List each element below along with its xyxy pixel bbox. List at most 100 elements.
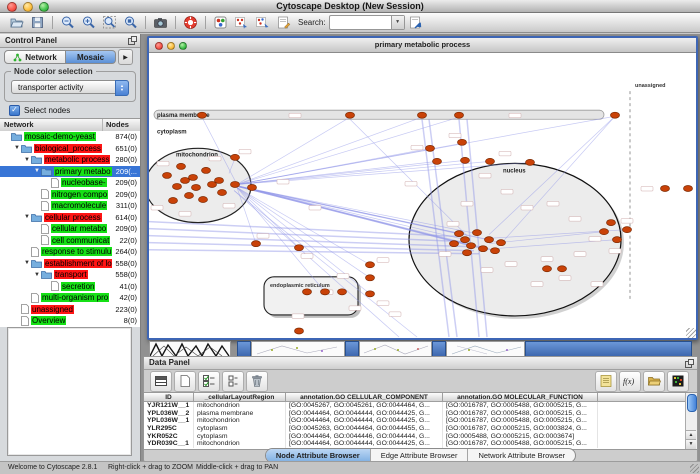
expand-arrow-icon[interactable]: ▼: [23, 260, 31, 266]
tree-row[interactable]: ▼cellular process614(0): [0, 212, 140, 224]
select-attributes-button[interactable]: [150, 371, 172, 392]
network-node[interactable]: [486, 158, 495, 164]
network-node[interactable]: [218, 189, 227, 195]
tree-row[interactable]: ▼biological_process651(0): [0, 143, 140, 155]
network-node[interactable]: [450, 241, 459, 247]
help-button[interactable]: [180, 14, 201, 32]
column-header[interactable]: _cellularLayoutRegion: [194, 393, 286, 402]
network-node[interactable]: [611, 112, 620, 118]
expand-arrow-icon[interactable]: ▼: [33, 168, 41, 174]
frame-resize-grip[interactable]: [686, 328, 696, 338]
network-node[interactable]: [169, 198, 178, 204]
create-new-attribute-button[interactable]: [174, 371, 196, 392]
frame-zoom-button[interactable]: [179, 42, 187, 50]
zoom-selected-button[interactable]: [120, 14, 141, 32]
tab-network[interactable]: Network: [4, 50, 66, 64]
frame-close-button[interactable]: [155, 42, 163, 50]
zoom-out-button[interactable]: [57, 14, 78, 32]
network-node[interactable]: [418, 112, 427, 118]
open-file-button[interactable]: [6, 14, 27, 32]
table-row[interactable]: YKR052Ccytoplasm[GO:0044464, GO:0044446,…: [144, 433, 697, 441]
scrollbar-thumb[interactable]: [687, 394, 697, 412]
tree-row[interactable]: macromolecule311(0): [0, 200, 140, 212]
tree-row[interactable]: Overview8(0): [0, 315, 140, 327]
network-node[interactable]: [491, 248, 500, 254]
network-node[interactable]: [252, 241, 261, 247]
delete-attribute-button[interactable]: [246, 371, 268, 392]
table-scrollbar[interactable]: ▲ ▼: [685, 393, 697, 449]
table-row[interactable]: YJR121W__1mitochondrion[GO:0045267, GO:0…: [144, 402, 697, 410]
node-color-dropdown[interactable]: transporter activity ▲▼: [11, 80, 129, 94]
expand-arrow-icon[interactable]: ▼: [23, 157, 31, 163]
network-node[interactable]: [177, 163, 186, 169]
network-node[interactable]: [338, 289, 347, 295]
background-window-fragment[interactable]: [149, 341, 231, 357]
search-dropdown-arrow-icon[interactable]: ▼: [391, 16, 404, 29]
network-node[interactable]: [455, 231, 464, 237]
network-node[interactable]: [366, 262, 375, 268]
tree-row[interactable]: ▼primary metabo209(...: [0, 166, 140, 178]
network-node[interactable]: [467, 243, 476, 249]
tree-row[interactable]: unassigned223(0): [0, 304, 140, 316]
network-node[interactable]: [463, 250, 472, 256]
network-node[interactable]: [684, 185, 693, 191]
tree-row[interactable]: secretion41(0): [0, 281, 140, 293]
zoom-in-button[interactable]: [78, 14, 99, 32]
expand-network-button[interactable]: [252, 14, 273, 32]
network-node[interactable]: [458, 139, 467, 145]
tree-row[interactable]: ▼metabolic process280(0): [0, 154, 140, 166]
tree-row[interactable]: cellular metabo209(0): [0, 223, 140, 235]
tree-row[interactable]: mosaic-demo-yeast874(0): [0, 131, 140, 143]
network-node[interactable]: [497, 240, 506, 246]
annotation-button[interactable]: [273, 14, 294, 32]
background-window-fragment[interactable]: [446, 341, 525, 357]
export-image-button[interactable]: [150, 14, 171, 32]
table-row[interactable]: YDR039C__1mitochondrion[GO:0044464, GO:0…: [144, 440, 697, 448]
network-node[interactable]: [479, 246, 488, 252]
network-node[interactable]: [426, 145, 435, 151]
network-node[interactable]: [248, 184, 257, 190]
minimize-button[interactable]: [23, 2, 33, 12]
network-node[interactable]: [181, 177, 190, 183]
attribute-batch-editor-button[interactable]: [198, 371, 220, 392]
network-column-header[interactable]: Network: [0, 119, 103, 131]
column-header[interactable]: [598, 393, 686, 402]
network-node[interactable]: [185, 192, 194, 198]
background-window-fragment[interactable]: [432, 341, 446, 357]
function-builder-button[interactable]: f(x): [619, 371, 641, 392]
attribute-mode-button[interactable]: [222, 371, 244, 392]
column-header[interactable]: annotation.GO MOLECULAR_FUNCTION: [443, 393, 598, 402]
network-node[interactable]: [461, 157, 470, 163]
tree-row[interactable]: nucleobase-209(0): [0, 177, 140, 189]
background-window-fragment[interactable]: [251, 341, 345, 357]
background-window-fragment[interactable]: [345, 341, 359, 357]
network-node[interactable]: [295, 245, 304, 251]
float-panel-button[interactable]: [128, 36, 137, 49]
search-input[interactable]: ▼: [329, 15, 405, 30]
network-node[interactable]: [199, 197, 208, 203]
close-button[interactable]: [7, 2, 17, 12]
zoom-button[interactable]: [39, 2, 49, 12]
expand-arrow-icon[interactable]: ▼: [13, 145, 21, 151]
network-node[interactable]: [321, 289, 330, 295]
network-node[interactable]: [461, 237, 470, 243]
tree-row[interactable]: cell communicat22(0): [0, 235, 140, 247]
network-node[interactable]: [473, 230, 482, 236]
network-node[interactable]: [526, 159, 535, 165]
network-view-titlebar[interactable]: primary metabolic process: [149, 38, 696, 53]
tree-row[interactable]: nitrogen compo209(0): [0, 189, 140, 201]
open-attribute-file-button[interactable]: [643, 371, 665, 392]
network-node[interactable]: [543, 266, 552, 272]
network-node[interactable]: [215, 177, 224, 183]
nodes-column-header[interactable]: Nodes: [103, 119, 140, 131]
expand-arrow-icon[interactable]: ▼: [33, 272, 41, 278]
network-canvas[interactable]: plasma membrane cytoplasm mitochondrion …: [149, 53, 696, 338]
network-node[interactable]: [433, 158, 442, 164]
background-window-fragment[interactable]: [525, 341, 692, 357]
dropdown-stepper-icon[interactable]: ▲▼: [115, 80, 129, 96]
tree-row[interactable]: ▼establishment of lo558(0): [0, 258, 140, 270]
select-nodes-checkbox[interactable]: ✓: [9, 105, 20, 116]
tree-row[interactable]: multi-organism pro42(0): [0, 292, 140, 304]
network-node[interactable]: [485, 237, 494, 243]
tree-row[interactable]: response to stimulu264(0): [0, 246, 140, 258]
